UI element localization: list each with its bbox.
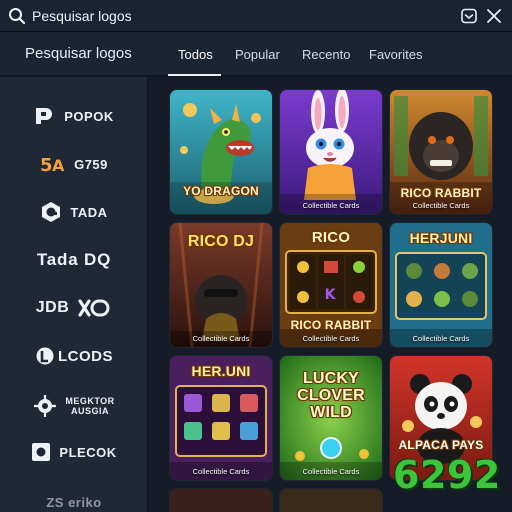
sidebar-item-zs[interactable]: ZS eriko — [0, 487, 148, 512]
tab-popular[interactable]: Popular — [225, 32, 291, 76]
xo-logo-icon — [78, 299, 110, 317]
game-caption: Collectible Cards — [412, 334, 470, 343]
search-bar — [0, 0, 512, 32]
sidebar-item-label: MEGKTOR AUSGIA — [65, 396, 115, 416]
sidebar-item-lcods[interactable]: LCODS — [0, 341, 148, 371]
rabbit-artwork — [280, 90, 382, 214]
game-title: RICO RABBIT — [290, 318, 372, 332]
sidebar-item-tada-dq[interactable]: Tada DQ — [0, 245, 148, 275]
sidebar-item-label: ZS eriko — [46, 494, 102, 510]
sidebar-item-popok[interactable]: POPOK — [0, 101, 148, 131]
game-card-rico-dj[interactable]: RICO DJ Collectible Cards — [170, 223, 272, 347]
watermark-number: 6292 — [393, 453, 501, 497]
game-top-title: RICO — [311, 229, 351, 246]
game-card-partial[interactable] — [170, 489, 272, 512]
lcods-logo-icon — [36, 347, 54, 365]
search-input[interactable] — [32, 5, 452, 27]
svg-text:A: A — [52, 156, 65, 174]
game-card-yo-dragon[interactable]: YO DRAGON — [170, 90, 272, 214]
sidebar-item-megktor[interactable]: MEGKTOR AUSGIA — [0, 389, 148, 423]
game-caption: Collectible Cards — [192, 334, 250, 343]
game-card-lucky-clover-wild[interactable]: LUCKY CLOVER WILD Collectible Cards — [280, 356, 382, 480]
tab-todos[interactable]: Todos — [168, 32, 221, 76]
sidebar-item-label: LCODS — [58, 347, 113, 365]
ga-logo-icon: 5 A — [40, 155, 65, 174]
game-grid: YO DRAGON Collectible Cards RICO RABBIT … — [149, 77, 512, 512]
header-bar: Pesquisar logos Todos Popular Recento Fa… — [0, 32, 512, 76]
game-title: RICO RABBIT — [400, 186, 482, 200]
game-title: YO DRAGON — [183, 184, 259, 198]
brand-sidebar: POPOK 5 A G759 TADA Tada DQ JDB LCODS ME… — [0, 77, 148, 512]
sidebar-item-tada[interactable]: TADA — [0, 197, 148, 227]
game-title: RICO DJ — [187, 233, 255, 250]
game-caption: Collectible Cards — [302, 334, 360, 343]
tab-bar: Todos Popular Recento Favorites — [168, 32, 437, 76]
sidebar-item-plecok[interactable]: PLECOK — [0, 437, 148, 467]
sidebar-item-label: POPOK — [64, 108, 114, 124]
tab-recento[interactable]: Recento — [292, 32, 358, 76]
popok-logo-icon — [36, 108, 53, 124]
game-title: LUCKY CLOVER WILD — [297, 370, 365, 421]
game-caption: Collectible Cards — [412, 201, 470, 210]
minimize-icon[interactable] — [460, 7, 478, 25]
game-card-partial[interactable] — [280, 489, 382, 512]
sidebar-item-label: TADA — [70, 204, 108, 220]
megktor-logo-icon — [34, 395, 56, 417]
game-card-rico-rabbit-gorilla[interactable]: RICO RABBIT Collectible Cards — [390, 90, 492, 214]
game-caption: Collectible Cards — [302, 467, 360, 476]
game-title: HERJUNI — [409, 230, 473, 246]
game-caption: Collectible Cards — [302, 201, 360, 210]
sidebar-item-g759[interactable]: 5 A G759 — [0, 149, 148, 179]
tada-logo-icon — [42, 202, 61, 222]
game-card-herjuni[interactable]: HERJUNI Collectible Cards — [390, 223, 492, 347]
svg-text:K: K — [325, 287, 337, 303]
svg-text:5: 5 — [40, 155, 53, 174]
sidebar-item-label: JDB — [35, 299, 70, 316]
game-card-her-uni[interactable]: HER.UNI Collectible Cards — [170, 356, 272, 480]
page-title: Pesquisar logos — [25, 45, 132, 62]
game-caption: Collectible Cards — [192, 467, 250, 476]
sidebar-item-label: Tada DQ — [36, 250, 112, 269]
sidebar-item-label: PLECOK — [59, 444, 117, 460]
plecok-logo-icon — [32, 443, 51, 461]
sidebar-item-label: G759 — [74, 156, 108, 172]
game-card-rico-slot[interactable]: K RICO RICO RABBIT Collectible Cards — [280, 223, 382, 347]
sidebar-item-jdb[interactable]: JDB — [0, 293, 148, 323]
tab-favorites[interactable]: Favorites — [359, 32, 437, 76]
search-icon[interactable] — [8, 7, 26, 25]
close-icon[interactable] — [485, 7, 503, 25]
game-title: HER.UNI — [191, 363, 251, 379]
game-card-rabbit[interactable]: Collectible Cards — [280, 90, 382, 214]
game-title: ALPACA PAYS — [398, 438, 484, 452]
